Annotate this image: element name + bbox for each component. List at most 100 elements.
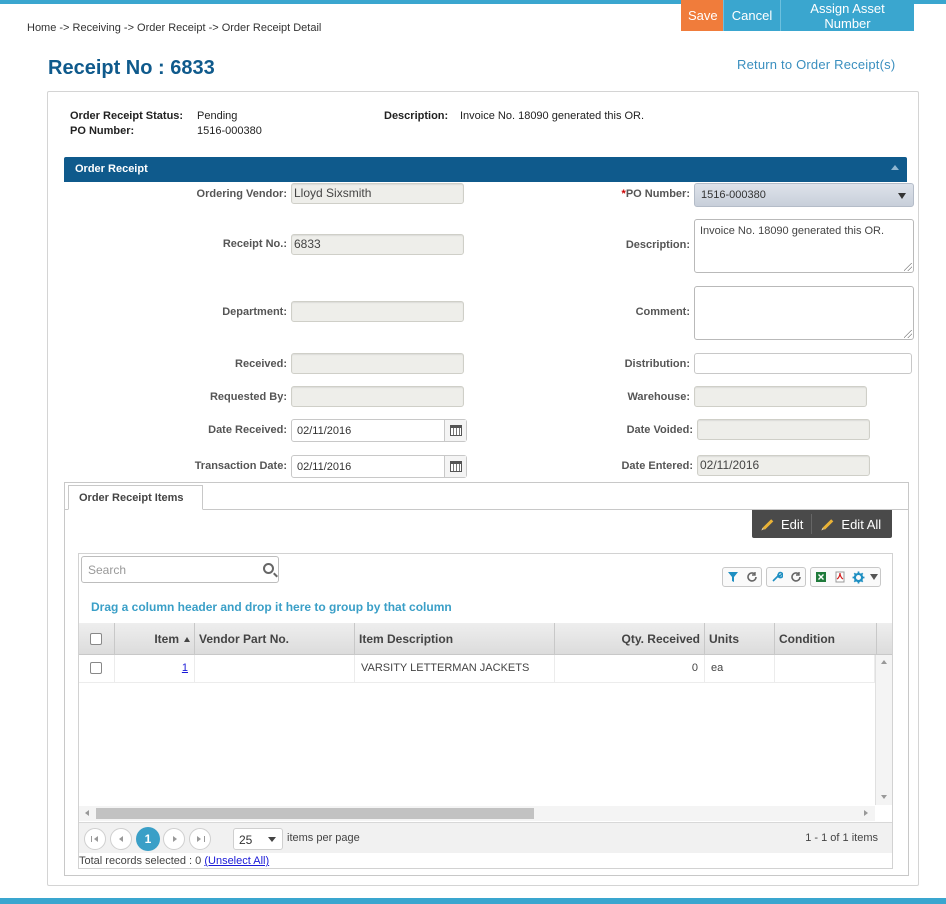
vertical-scrollbar[interactable] bbox=[875, 655, 892, 805]
column-header-item[interactable]: Item bbox=[115, 623, 195, 655]
prev-page-button[interactable] bbox=[110, 828, 132, 850]
return-link[interactable]: Return to Order Receipt(s) bbox=[737, 57, 895, 72]
cell-item-description: VARSITY LETTERMAN JACKETS bbox=[355, 655, 555, 683]
distribution-input[interactable] bbox=[694, 353, 912, 374]
calendar-icon bbox=[450, 425, 462, 436]
received-field bbox=[291, 353, 464, 374]
transaction-date-picker[interactable]: 02/11/2016 bbox=[291, 455, 467, 478]
cell-qty-received: 0 bbox=[555, 655, 705, 683]
scroll-down-icon[interactable] bbox=[881, 795, 887, 799]
settings-tool-group bbox=[766, 567, 806, 587]
edit-all-label: Edit All bbox=[841, 516, 882, 532]
gear-icon[interactable] bbox=[849, 568, 868, 586]
search-icon[interactable] bbox=[263, 563, 274, 574]
filter-icon[interactable] bbox=[723, 568, 742, 586]
wrench-icon[interactable] bbox=[767, 568, 786, 586]
excel-icon[interactable] bbox=[811, 568, 830, 586]
chevron-down-icon[interactable] bbox=[868, 568, 880, 586]
date-received-calendar-button[interactable] bbox=[444, 420, 466, 441]
pager: 1 25 items per page 1 - 1 of 1 items bbox=[79, 822, 892, 853]
column-header-vendor-part[interactable]: Vendor Part No. bbox=[195, 623, 355, 655]
page-title: Receipt No : 6833 bbox=[48, 57, 215, 79]
date-received-picker[interactable]: 02/11/2016 bbox=[291, 419, 467, 442]
select-all-checkbox[interactable] bbox=[90, 633, 102, 645]
ordering-vendor-label: Ordering Vendor: bbox=[196, 188, 287, 200]
row-checkbox[interactable] bbox=[90, 662, 102, 674]
grid-search-input[interactable]: Search bbox=[81, 556, 279, 583]
department-label: Department: bbox=[222, 306, 287, 318]
description-text: Invoice No. 18090 generated this OR. bbox=[700, 225, 885, 237]
first-page-button[interactable] bbox=[84, 828, 106, 850]
items-per-page-label: items per page bbox=[287, 832, 360, 844]
scroll-up-icon[interactable] bbox=[881, 660, 887, 664]
export-tool-group bbox=[810, 567, 881, 587]
cancel-button[interactable]: Cancel bbox=[723, 0, 780, 31]
order-receipt-section-header[interactable]: Order Receipt bbox=[64, 157, 907, 182]
edit-label: Edit bbox=[781, 516, 804, 532]
status-value: Pending bbox=[197, 110, 238, 122]
item-link[interactable]: 1 bbox=[182, 662, 188, 674]
search-placeholder: Search bbox=[88, 563, 127, 577]
po-number-label-text: PO Number: bbox=[625, 188, 690, 200]
transaction-date-calendar-button[interactable] bbox=[444, 456, 466, 477]
receipt-no-label: Receipt No.: bbox=[222, 238, 287, 250]
pencil-icon bbox=[762, 518, 774, 530]
pdf-icon[interactable] bbox=[830, 568, 849, 586]
chevron-left-icon bbox=[119, 836, 123, 842]
date-received-value[interactable]: 02/11/2016 bbox=[297, 425, 351, 437]
department-field bbox=[291, 301, 464, 322]
tab-order-receipt-items[interactable]: Order Receipt Items bbox=[68, 485, 203, 510]
save-button[interactable]: Save bbox=[681, 0, 723, 31]
chevron-right-icon bbox=[197, 836, 201, 842]
horizontal-scrollbar[interactable] bbox=[79, 806, 875, 821]
page-size-select[interactable]: 25 bbox=[233, 828, 283, 850]
description-label: Description: bbox=[384, 110, 449, 122]
description-textarea[interactable]: Invoice No. 18090 generated this OR. bbox=[694, 219, 914, 273]
chevron-left-icon bbox=[94, 836, 98, 842]
po-number-select[interactable]: 1516-000380 bbox=[694, 183, 914, 207]
ordering-vendor-field: Lloyd Sixsmith bbox=[291, 183, 464, 204]
edit-button[interactable]: Edit bbox=[752, 510, 811, 538]
column-header-qty-received[interactable]: Qty. Received bbox=[555, 623, 705, 655]
records-selected: Total records selected : 0 (Unselect All… bbox=[79, 855, 269, 867]
pencil-icon bbox=[823, 518, 834, 530]
cell-condition bbox=[775, 655, 875, 683]
refresh-icon[interactable] bbox=[786, 568, 805, 586]
pager-info: 1 - 1 of 1 items bbox=[805, 832, 878, 844]
next-page-button[interactable] bbox=[163, 828, 185, 850]
comment-label: Comment: bbox=[635, 306, 690, 318]
scroll-left-icon[interactable] bbox=[85, 810, 89, 816]
resize-grip-icon[interactable] bbox=[904, 263, 912, 271]
breadcrumb: Home -> Receiving -> Order Receipt -> Or… bbox=[27, 22, 322, 34]
column-header-units[interactable]: Units bbox=[705, 623, 775, 655]
requested-by-label: Requested By: bbox=[209, 391, 287, 403]
scroll-thumb[interactable] bbox=[96, 808, 534, 819]
chevron-down-icon bbox=[898, 193, 906, 199]
scroll-right-icon[interactable] bbox=[864, 810, 868, 816]
refresh-icon[interactable] bbox=[742, 568, 761, 586]
assign-asset-number-button[interactable]: Assign Asset Number bbox=[780, 0, 914, 31]
unselect-all-link[interactable]: (Unselect All) bbox=[204, 855, 269, 867]
po-number-selected: 1516-000380 bbox=[701, 189, 766, 201]
last-page-button[interactable] bbox=[189, 828, 211, 850]
transaction-date-label: Transaction Date: bbox=[194, 460, 287, 472]
grid-header: Item Vendor Part No. Item Description Qt… bbox=[79, 623, 892, 655]
distribution-label: Distribution: bbox=[624, 358, 690, 370]
table-row[interactable]: 1 VARSITY LETTERMAN JACKETS 0 ea bbox=[79, 655, 875, 683]
section-title: Order Receipt bbox=[75, 163, 148, 175]
column-header-condition[interactable]: Condition bbox=[775, 623, 877, 655]
current-page-button[interactable]: 1 bbox=[136, 827, 160, 851]
resize-grip-icon[interactable] bbox=[904, 330, 912, 338]
chevron-right-icon bbox=[173, 836, 177, 842]
edit-all-button[interactable]: Edit All bbox=[812, 510, 889, 538]
chevron-down-icon bbox=[268, 837, 276, 842]
status-label: Order Receipt Status: bbox=[70, 110, 184, 122]
po-value: 1516-000380 bbox=[197, 125, 262, 137]
transaction-date-value[interactable]: 02/11/2016 bbox=[297, 461, 351, 473]
collapse-icon[interactable] bbox=[891, 165, 899, 170]
date-voided-field bbox=[697, 419, 870, 440]
last-page-icon bbox=[204, 836, 205, 842]
date-entered-field: 02/11/2016 bbox=[697, 455, 870, 476]
comment-textarea[interactable] bbox=[694, 286, 914, 340]
column-header-item-description[interactable]: Item Description bbox=[355, 623, 555, 655]
